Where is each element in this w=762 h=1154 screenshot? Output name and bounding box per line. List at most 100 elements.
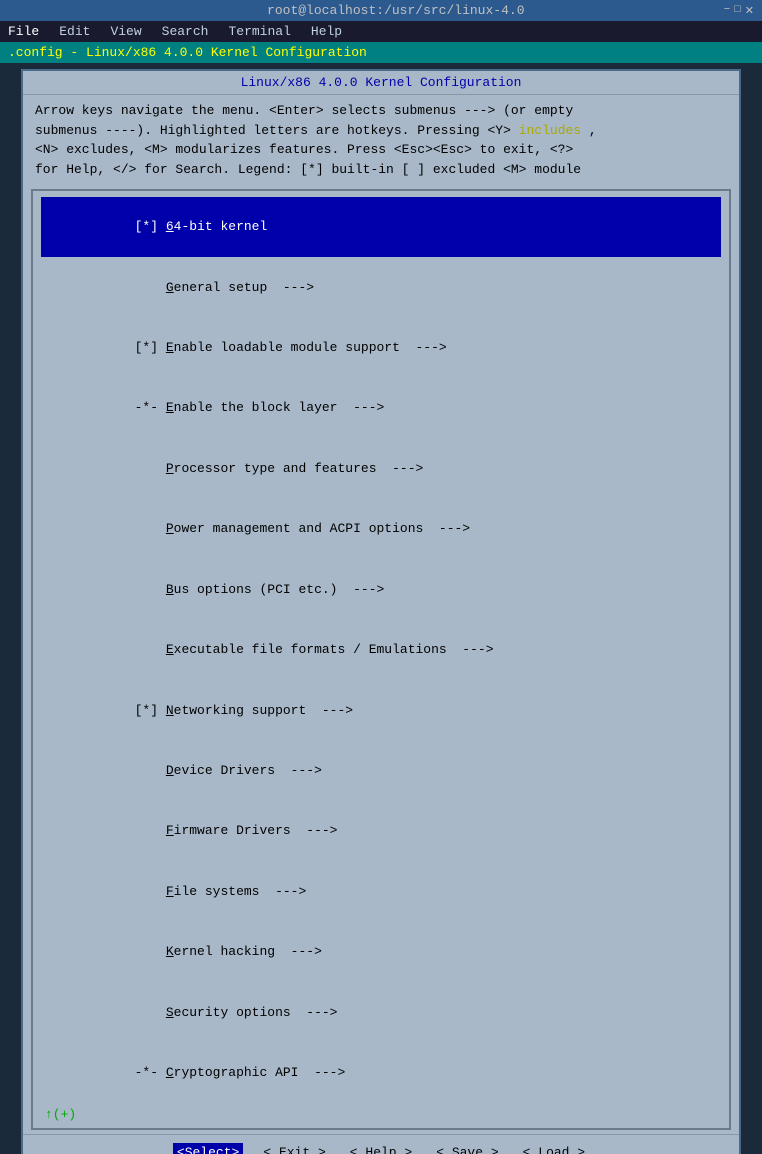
menu-item-loadable[interactable]: [*] Enable loadable module support --->: [41, 318, 721, 378]
includes-text: includes: [519, 123, 581, 138]
menu-item-block[interactable]: -*- Enable the block layer --->: [41, 378, 721, 438]
menu-label-firmware: irmware Drivers --->: [174, 823, 338, 838]
menu-prefix-kernel: [135, 944, 166, 959]
menu-help[interactable]: Help: [307, 23, 346, 40]
menu-label-device: evice Drivers --->: [174, 763, 322, 778]
menu-underline-general: G: [166, 280, 174, 295]
menu-prefix-block: -*-: [135, 400, 166, 415]
menu-underline-networking: N: [166, 703, 174, 718]
load-underline: L: [538, 1145, 546, 1154]
menu-prefix-64bit: [*]: [135, 219, 166, 234]
menu-label-processor: rocessor type and features --->: [174, 461, 424, 476]
menu-label-filesystems: ile systems --->: [174, 884, 307, 899]
menu-underline-filesystems: F: [166, 884, 174, 899]
config-line: .config - Linux/x86 4.0.0 Kernel Configu…: [0, 42, 762, 63]
menu-list-inner: [*] 64-bit kernel General setup ---> [*]…: [33, 195, 729, 1105]
menu-prefix-power: [135, 521, 166, 536]
help-underline: H: [365, 1145, 373, 1154]
menu-item-bus[interactable]: Bus options (PCI etc.) --->: [41, 560, 721, 620]
help-line-4: for Help, </> for Search. Legend: [*] bu…: [35, 160, 727, 180]
menu-underline-bus: B: [166, 582, 174, 597]
help-line-1: Arrow keys navigate the menu. <Enter> se…: [35, 101, 727, 121]
save-underline: S: [452, 1145, 460, 1154]
menu-label-64bit: 6: [166, 219, 174, 234]
load-button[interactable]: < Load >: [519, 1143, 589, 1154]
menu-prefix-firmware: [135, 823, 166, 838]
menu-item-executable[interactable]: Executable file formats / Emulations ---…: [41, 620, 721, 680]
menu-underline-firmware: F: [166, 823, 174, 838]
menu-prefix-executable: [135, 642, 166, 657]
menu-underline-crypto: C: [166, 1065, 174, 1080]
menu-prefix-processor: [135, 461, 166, 476]
menu-item-filesystems[interactable]: File systems --->: [41, 862, 721, 922]
menu-terminal[interactable]: Terminal: [224, 23, 294, 40]
menu-item-general[interactable]: General setup --->: [41, 257, 721, 317]
menu-edit[interactable]: Edit: [55, 23, 94, 40]
save-button[interactable]: < Save >: [432, 1143, 502, 1154]
menu-item-networking[interactable]: [*] Networking support --->: [41, 680, 721, 740]
menu-underline-loadable: E: [166, 340, 174, 355]
help-button[interactable]: < Help >: [346, 1143, 416, 1154]
help-text: Arrow keys navigate the menu. <Enter> se…: [23, 95, 739, 185]
close-button[interactable]: ✕: [745, 4, 754, 18]
menu-list-outer: [*] 64-bit kernel General setup ---> [*]…: [23, 185, 739, 1134]
help-line-2: submenus ----). Highlighted letters are …: [35, 121, 727, 141]
menu-prefix-device: [135, 763, 166, 778]
menu-label-kernel: ernel hacking --->: [174, 944, 322, 959]
menu-prefix-general: [135, 280, 166, 295]
menu-label-bus: us options (PCI etc.) --->: [174, 582, 385, 597]
menu-underline-processor: P: [166, 461, 174, 476]
menu-prefix-crypto: -*-: [135, 1065, 166, 1080]
menu-search[interactable]: Search: [158, 23, 213, 40]
menu-item-kernel[interactable]: Kernel hacking --->: [41, 922, 721, 982]
dialog-title: Linux/x86 4.0.0 Kernel Configuration: [23, 71, 739, 95]
title-bar: root@localhost:/usr/src/linux-4.0 − □ ✕: [0, 0, 762, 21]
exit-underline: E: [279, 1145, 287, 1154]
menu-prefix-security: [135, 1005, 166, 1020]
title-bar-controls: − □ ✕: [724, 4, 754, 18]
menu-item-processor[interactable]: Processor type and features --->: [41, 439, 721, 499]
maximize-button[interactable]: □: [734, 4, 741, 18]
menu-prefix-loadable: [*]: [135, 340, 166, 355]
menu-item-firmware[interactable]: Firmware Drivers --->: [41, 801, 721, 861]
menu-label-networking: etworking support --->: [174, 703, 353, 718]
menu-label-64bit-rest: 4-bit kernel: [174, 219, 268, 234]
menu-underline-device: D: [166, 763, 174, 778]
menu-item-power[interactable]: Power management and ACPI options --->: [41, 499, 721, 559]
arrow-indicator-text: ↑(+): [45, 1107, 76, 1122]
menu-bar: File Edit View Search Terminal Help: [0, 21, 762, 42]
config-line-text: .config - Linux/x86 4.0.0 Kernel Configu…: [8, 45, 367, 60]
menu-underline-block: E: [166, 400, 174, 415]
menu-view[interactable]: View: [106, 23, 145, 40]
help-line-3: <N> excludes, <M> modularizes features. …: [35, 140, 727, 160]
title-bar-text: root@localhost:/usr/src/linux-4.0: [68, 3, 724, 18]
menu-underline-kernel: K: [166, 944, 174, 959]
menu-prefix-bus: [135, 582, 166, 597]
menu-label-general: eneral setup --->: [174, 280, 314, 295]
menu-underline-security: S: [166, 1005, 174, 1020]
menu-item-security[interactable]: Security options --->: [41, 982, 721, 1042]
dialog-title-text: Linux/x86 4.0.0 Kernel Configuration: [241, 75, 522, 90]
menu-underline-executable: E: [166, 642, 174, 657]
menu-label-executable: xecutable file formats / Emulations --->: [174, 642, 494, 657]
menu-list: [*] 64-bit kernel General setup ---> [*]…: [31, 189, 731, 1130]
menu-item-crypto[interactable]: -*- Cryptographic API --->: [41, 1043, 721, 1103]
minimize-button[interactable]: −: [724, 4, 731, 18]
menu-label-power: ower management and ACPI options --->: [174, 521, 470, 536]
menu-label-crypto: ryptographic API --->: [174, 1065, 346, 1080]
menu-prefix-filesystems: [135, 884, 166, 899]
menu-prefix-networking: [*]: [135, 703, 166, 718]
button-bar: <Select> < Exit > < Help > < Save > < Lo…: [23, 1134, 739, 1154]
arrow-indicator: ↑(+): [33, 1105, 729, 1124]
menu-label-block: nable the block layer --->: [174, 400, 385, 415]
menu-item-64bit[interactable]: [*] 64-bit kernel: [41, 197, 721, 257]
exit-button[interactable]: < Exit >: [259, 1143, 329, 1154]
menu-item-device[interactable]: Device Drivers --->: [41, 741, 721, 801]
menu-file[interactable]: File: [4, 23, 43, 40]
dialog-box: Linux/x86 4.0.0 Kernel Configuration Arr…: [21, 69, 741, 1154]
main-area: Linux/x86 4.0.0 Kernel Configuration Arr…: [0, 63, 762, 1154]
select-button[interactable]: <Select>: [173, 1143, 243, 1154]
menu-underline-power: P: [166, 521, 174, 536]
menu-label-loadable: nable loadable module support --->: [174, 340, 447, 355]
menu-label-security: ecurity options --->: [174, 1005, 338, 1020]
